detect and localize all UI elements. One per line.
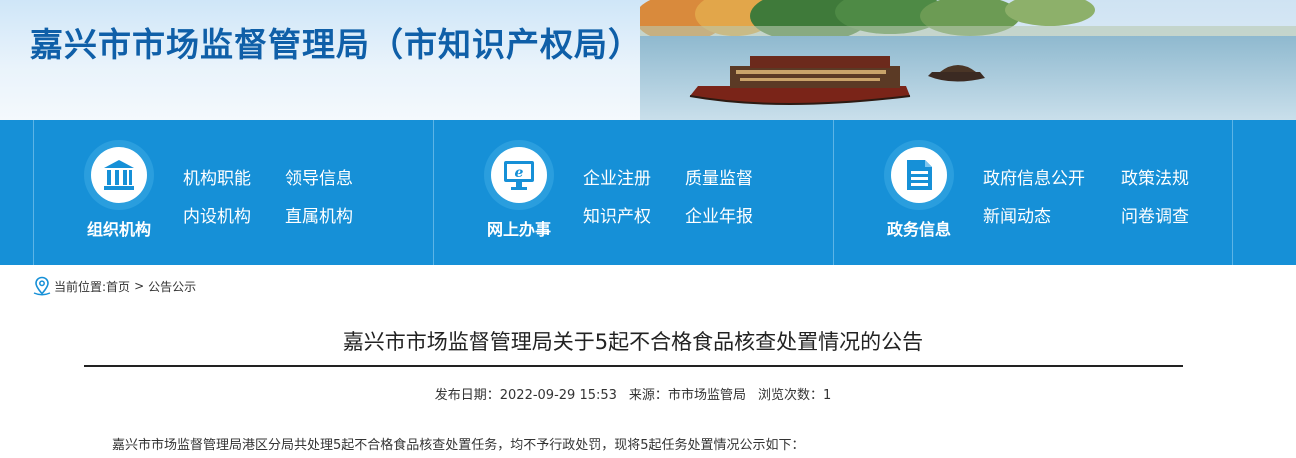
location-pin-icon [33,276,51,296]
breadcrumb-home[interactable]: 首页 [106,278,130,295]
nav-link-quality-supervision[interactable]: 质量监督 [685,164,753,189]
nav-link-policies-regulations[interactable]: 政策法规 [1121,164,1189,189]
lake-scene-image [640,0,1296,120]
source-value: 市市场监管局 [667,388,746,403]
computer-icon[interactable]: e [484,140,554,210]
views-count: 1 [822,388,832,403]
article-intro-paragraph: 嘉兴市市场监督管理局港区分局共处理5起不合格食品核查处置任务，均不予行政处罚，现… [112,438,805,453]
nav-link-annual-report[interactable]: 企业年报 [685,202,753,227]
nav-group-label[interactable]: 政务信息 [869,216,969,240]
views-label: 浏览次数： [757,388,823,403]
breadcrumb: 当前位置: 首页 > 公告公示 [32,276,196,296]
nav-link-institution-functions[interactable]: 机构职能 [183,164,251,189]
svg-text:e: e [515,165,524,181]
computer-icon-glyph: e [504,161,534,190]
nav-group-label[interactable]: 网上办事 [469,216,569,240]
site-banner: 嘉兴市市场监督管理局（市知识产权局） [0,0,1296,120]
nav-group-government-info: 政务信息 政府信息公开 政策法规 新闻动态 问卷调查 [833,120,1233,265]
nav-link-affiliated-agencies[interactable]: 直属机构 [285,202,353,227]
title-divider [84,365,1183,367]
publish-date: 2022-09-29 15:53 [499,388,617,403]
breadcrumb-current[interactable]: 公告公示 [148,278,196,295]
main-navigation: 组织机构 机构职能 领导信息 内设机构 直属机构 e 网上办事 企业注册 质量监… [0,120,1296,265]
breadcrumb-prefix: 当前位置: [54,279,107,294]
publish-date-label: 发布日期： [434,388,500,403]
building-icon[interactable] [84,140,154,210]
nav-group-label[interactable]: 组织机构 [69,216,169,240]
nav-link-gov-info-disclosure[interactable]: 政府信息公开 [983,164,1085,189]
document-icon[interactable] [884,140,954,210]
breadcrumb-separator: > [134,279,145,293]
site-title[interactable]: 嘉兴市市场监督管理局（市知识产权局） [30,18,642,66]
nav-link-enterprise-registration[interactable]: 企业注册 [583,164,651,189]
nav-link-internal-departments[interactable]: 内设机构 [183,202,251,227]
nav-link-intellectual-property[interactable]: 知识产权 [583,202,651,227]
nav-link-survey[interactable]: 问卷调查 [1121,202,1189,227]
article-meta: 发布日期：2022-09-29 15:53 来源：市市场监管局 浏览次数：1 [0,384,1266,403]
nav-link-news[interactable]: 新闻动态 [983,202,1051,227]
nav-group-organization: 组织机构 机构职能 领导信息 内设机构 直属机构 [33,120,433,265]
source-label: 来源： [628,388,668,403]
building-icon-glyph [104,160,134,190]
nav-link-leadership-info[interactable]: 领导信息 [285,164,353,189]
article-title: 嘉兴市市场监督管理局关于5起不合格食品核查处置情况的公告 [342,330,924,354]
document-icon-glyph [907,160,932,190]
nav-group-online-services: e 网上办事 企业注册 质量监督 知识产权 企业年报 [433,120,833,265]
